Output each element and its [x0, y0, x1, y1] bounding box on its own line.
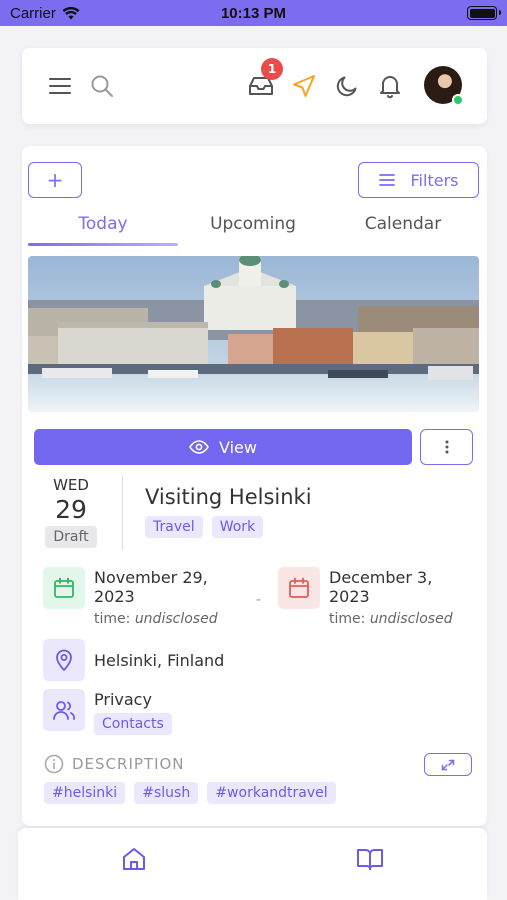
start-calendar-icon — [43, 567, 85, 609]
more-vertical-icon — [445, 440, 448, 454]
status-bar: Carrier 10:13 PM — [0, 0, 507, 26]
tab-bar: Today Upcoming Calendar — [28, 210, 478, 246]
online-status-dot — [452, 94, 464, 106]
start-time-prefix: time: — [94, 611, 131, 627]
location-pin-icon — [43, 639, 85, 681]
privacy-chip: Contacts — [94, 713, 172, 735]
add-label: + — [46, 168, 64, 192]
hashtag-chip[interactable]: #helsinki — [44, 782, 126, 804]
filters-button[interactable]: Filters — [358, 162, 479, 198]
filters-label: Filters — [410, 170, 459, 190]
view-label: View — [219, 437, 257, 457]
navigation-icon[interactable] — [290, 72, 318, 100]
tab-today[interactable]: Today — [28, 210, 178, 246]
expand-icon — [441, 759, 455, 770]
inbox-icon[interactable]: 1 — [247, 58, 283, 100]
event-title: Visiting Helsinki — [145, 485, 312, 509]
menu-icon[interactable] — [46, 72, 74, 100]
end-date-line1: December 3, — [329, 568, 433, 587]
divider — [122, 476, 123, 550]
tag-chip[interactable]: Work — [211, 516, 264, 538]
end-time: time: undisclosed — [329, 611, 453, 627]
end-date-line2: 2023 — [329, 587, 370, 606]
end-date: December 3, 2023 — [329, 568, 432, 606]
info-icon — [44, 754, 64, 774]
start-date: November 29, 2023 — [94, 568, 208, 606]
end-calendar-icon — [278, 567, 320, 609]
tab-calendar[interactable]: Calendar — [328, 210, 478, 246]
expand-description-button[interactable] — [424, 753, 472, 776]
event-date-block: WED 29 Draft — [42, 476, 100, 548]
start-time-value: undisclosed — [134, 611, 218, 627]
hashtag-chip[interactable]: #slush — [134, 782, 199, 804]
date-range-separator: - — [256, 592, 262, 608]
start-date-line2: 2023 — [94, 587, 135, 606]
tab-upcoming[interactable]: Upcoming — [178, 210, 328, 246]
start-date-line1: November 29, — [94, 568, 208, 587]
book-icon[interactable] — [355, 844, 385, 874]
description-label: DESCRIPTION — [72, 755, 185, 773]
home-icon[interactable] — [119, 844, 149, 874]
clock: 10:13 PM — [220, 5, 287, 22]
battery-icon — [467, 6, 501, 20]
inbox-badge: 1 — [261, 58, 283, 80]
hashtag-list: #helsinki #slush #workandtravel — [44, 782, 340, 804]
tag-chip[interactable]: Travel — [145, 516, 203, 538]
day-number: 29 — [55, 495, 87, 524]
bell-icon[interactable] — [376, 72, 404, 100]
add-event-button[interactable]: + — [28, 162, 82, 198]
status-badge: Draft — [45, 526, 97, 548]
event-cover-image — [28, 256, 479, 412]
start-time: time: undisclosed — [94, 611, 218, 627]
end-time-prefix: time: — [329, 611, 366, 627]
privacy-value: Contacts — [94, 713, 176, 735]
moon-icon[interactable] — [333, 72, 361, 100]
description-header: DESCRIPTION — [44, 754, 185, 774]
event-tags: Travel Work — [145, 516, 267, 538]
more-options-button[interactable] — [420, 429, 473, 465]
eye-icon — [189, 440, 209, 454]
users-icon — [43, 689, 85, 731]
day-of-week: WED — [53, 476, 89, 494]
app-header: 1 — [22, 48, 487, 124]
event-location: Helsinki, Finland — [94, 651, 225, 670]
events-card: + Filters Today Upcoming Calendar View W… — [22, 146, 487, 826]
hashtag-chip[interactable]: #workandtravel — [207, 782, 336, 804]
privacy-label: Privacy — [94, 690, 152, 709]
filter-lines-icon — [378, 174, 395, 186]
search-icon[interactable] — [88, 72, 116, 100]
avatar[interactable] — [424, 66, 464, 106]
view-button[interactable]: View — [34, 429, 412, 465]
end-time-value: undisclosed — [369, 611, 453, 627]
bottom-navigation — [18, 828, 487, 900]
